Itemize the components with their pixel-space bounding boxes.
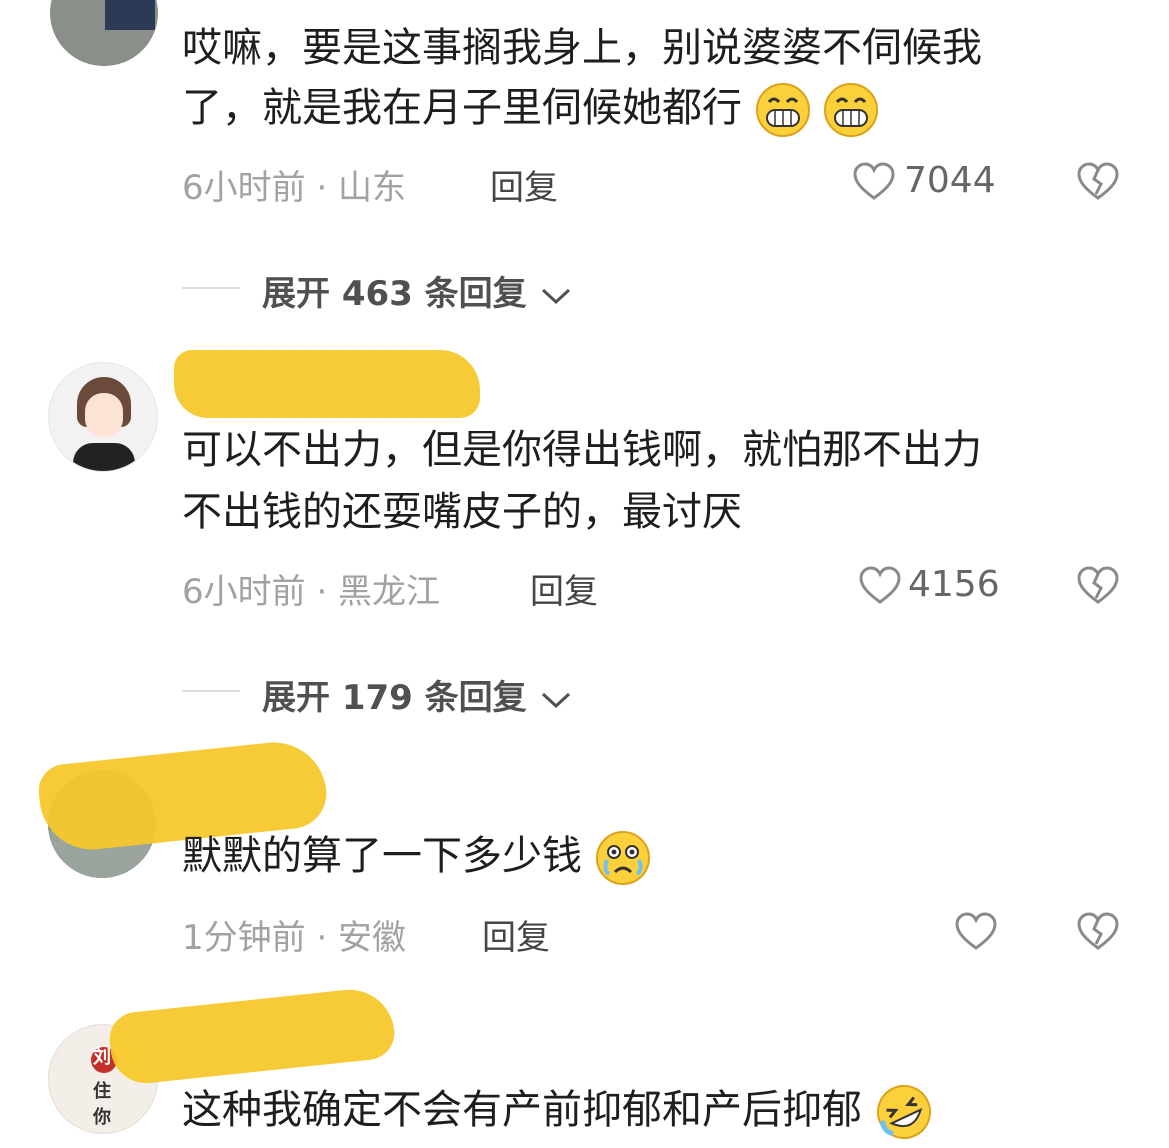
comment-text-continued: 不出钱的还耍嘴皮子的，最讨厌 [182, 489, 742, 535]
grinning-face-icon [824, 83, 879, 137]
broken-heart-icon[interactable] [1076, 912, 1120, 952]
crying-face-icon [595, 831, 650, 885]
expand-replies-button[interactable]: 展开 463 条回复 [262, 266, 573, 315]
avatar-detail [73, 443, 135, 471]
comment-meta: 6小时前 · 黑龙江 [182, 572, 441, 612]
avatar-text: 你 [93, 1107, 111, 1128]
divider [182, 287, 240, 289]
heart-icon[interactable] [852, 162, 896, 202]
like-count: 4156 [908, 564, 1000, 605]
comment-text-line: 默默的算了一下多少钱 [182, 826, 651, 886]
comment-text-line: 了，就是我在月子里伺候她都行 [182, 78, 879, 138]
rolling-laughing-face-icon [876, 1085, 931, 1139]
expand-replies-button[interactable]: 展开 179 条回复 [262, 670, 573, 719]
comment-text: 这种我确定不会有产前抑郁和产后抑郁 [182, 1087, 862, 1133]
comment-text: 哎嘛，要是这事搁我身上，别说婆婆不伺候我 [182, 25, 982, 71]
avatar[interactable] [50, 0, 158, 66]
reply-button[interactable]: 回复 [482, 910, 550, 959]
chevron-down-icon [541, 288, 570, 304]
grinning-face-icon [755, 83, 810, 137]
reply-button[interactable]: 回复 [490, 160, 558, 209]
expand-replies-label: 展开 463 条回复 [262, 274, 527, 314]
redacted-username [107, 985, 397, 1087]
like-count: 7044 [904, 160, 996, 201]
avatar-detail [105, 0, 155, 30]
comment-text-continued: 了，就是我在月子里伺候她都行 [182, 85, 742, 131]
avatar-detail [85, 393, 123, 437]
reply-button[interactable]: 回复 [530, 564, 598, 613]
divider [182, 690, 240, 692]
broken-heart-icon[interactable] [1076, 162, 1120, 202]
comment-meta: 6小时前 · 山东 [182, 168, 407, 208]
comment-meta: 1分钟前 · 安徽 [182, 918, 407, 958]
heart-icon[interactable] [954, 912, 998, 952]
avatar-text: 住 [93, 1081, 111, 1102]
comment-text: 可以不出力，但是你得出钱啊，就怕那不出力 [182, 427, 982, 473]
avatar[interactable] [48, 362, 158, 472]
comment-text: 默默的算了一下多少钱 [182, 833, 582, 879]
broken-heart-icon[interactable] [1076, 566, 1120, 606]
heart-icon[interactable] [858, 566, 902, 606]
redacted-username [174, 350, 480, 418]
comment-text-line: 这种我确定不会有产前抑郁和产后抑郁 [182, 1080, 933, 1141]
chevron-down-icon [541, 692, 570, 708]
expand-replies-label: 展开 179 条回复 [262, 678, 527, 718]
avatar-text: 刘 [93, 1047, 111, 1068]
